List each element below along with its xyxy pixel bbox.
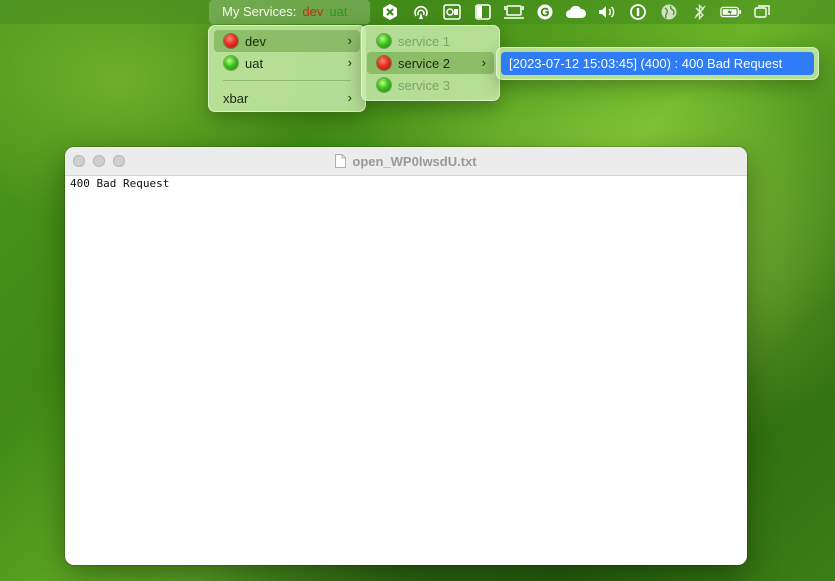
grammarly-icon[interactable]: [534, 3, 556, 21]
volume-icon[interactable]: [596, 3, 618, 21]
services-status-item[interactable]: My Services: dev uat: [209, 0, 370, 24]
chevron-right-icon: ›: [347, 33, 352, 48]
chevron-right-icon: ›: [347, 55, 352, 70]
window-title-area: open_WP0lwsdU.txt: [65, 147, 747, 175]
menu-item-error-detail[interactable]: [2023-07-12 15:03:45] (400) : 400 Bad Re…: [501, 52, 814, 75]
status-red-icon: [377, 56, 391, 70]
chevron-right-icon: ›: [481, 55, 486, 70]
menu-item-label: dev: [245, 33, 266, 49]
menu-item-label: uat: [245, 55, 264, 71]
airdrop-icon[interactable]: [410, 3, 432, 21]
menu-item-uat[interactable]: uat ›: [214, 52, 360, 74]
text-file-window: open_WP0lwsdU.txt 400 Bad Request: [65, 147, 747, 565]
status-env-dev: dev: [302, 4, 324, 19]
status-red-icon: [224, 34, 238, 48]
globe-icon[interactable]: [658, 3, 680, 21]
cloud-icon[interactable]: [565, 3, 587, 21]
menu-item-label: xbar: [223, 90, 249, 106]
menu-bar: My Services: dev uat: [0, 0, 835, 24]
menu-item-label: service 1: [398, 33, 451, 49]
status-title-label: My Services:: [222, 4, 297, 19]
window-title: open_WP0lwsdU.txt: [352, 153, 477, 169]
text-content[interactable]: 400 Bad Request: [65, 176, 747, 192]
status-green-icon: [224, 56, 238, 70]
menu-bar-tray: [374, 0, 777, 24]
menu-separator: [223, 80, 351, 81]
status-env-uat: uat: [329, 4, 348, 19]
menu-item-xbar[interactable]: xbar ›: [214, 87, 360, 109]
xbar-icon[interactable]: [379, 3, 401, 21]
bluetooth-icon[interactable]: [689, 3, 711, 21]
status-green-icon: [377, 78, 391, 92]
menu-item-dev[interactable]: dev ›: [214, 30, 360, 52]
menu-item-service-2[interactable]: service 2 ›: [367, 52, 494, 74]
environments-menu: dev › uat › xbar ›: [208, 25, 366, 112]
window-titlebar: open_WP0lwsdU.txt: [65, 147, 747, 176]
window-icon[interactable]: [751, 3, 773, 21]
onepassword-icon[interactable]: [627, 3, 649, 21]
menu-item-service-3: service 3: [367, 74, 494, 96]
status-green-icon: [377, 34, 391, 48]
menu-item-service-1: service 1: [367, 30, 494, 52]
outlook-icon[interactable]: [441, 3, 463, 21]
services-menu: service 1 service 2 › service 3: [361, 25, 500, 101]
chevron-right-icon: ›: [347, 90, 352, 105]
menu-item-label: service 3: [398, 77, 451, 93]
sidebar-icon[interactable]: [472, 3, 494, 21]
document-icon: [335, 154, 347, 168]
battery-icon[interactable]: [719, 3, 742, 21]
menu-item-label: service 2: [398, 55, 451, 71]
display-icon[interactable]: [503, 3, 525, 21]
